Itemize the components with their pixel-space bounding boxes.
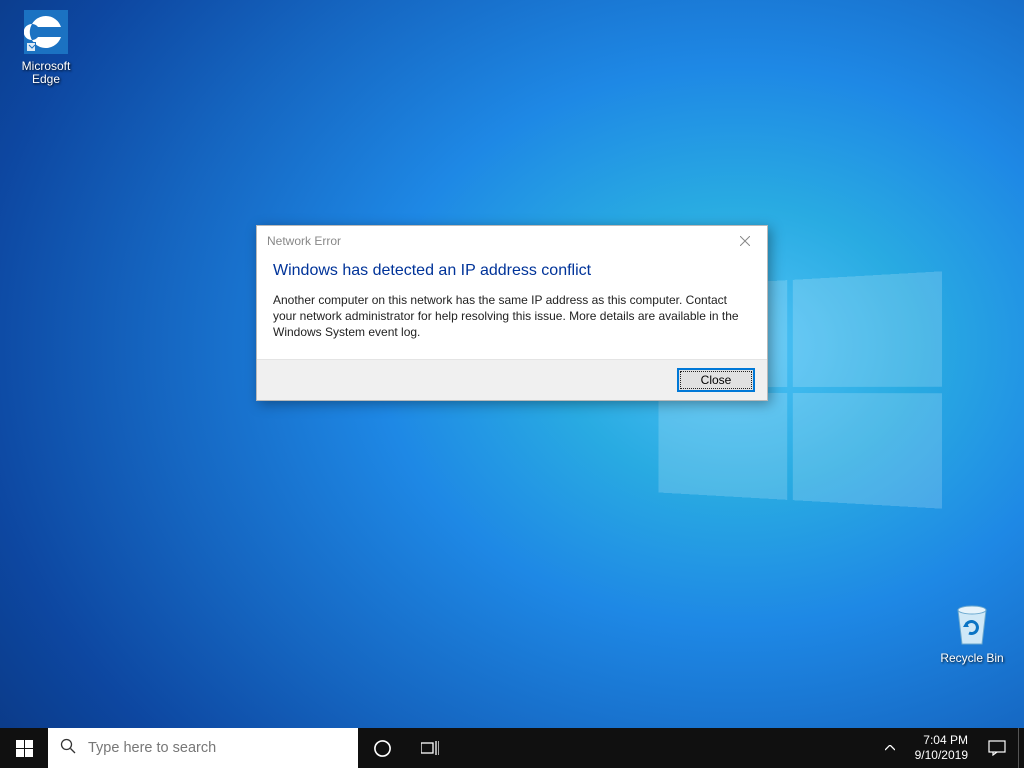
- cortana-icon: [373, 739, 392, 758]
- dialog-body: Windows has detected an IP address confl…: [257, 256, 767, 359]
- close-icon[interactable]: [722, 226, 767, 256]
- start-button[interactable]: [0, 728, 48, 768]
- edge-icon: [22, 8, 70, 56]
- dialog-message: Another computer on this network has the…: [273, 292, 751, 341]
- dialog-network-error: Network Error Windows has detected an IP…: [256, 225, 768, 401]
- cortana-button[interactable]: [358, 728, 406, 768]
- notification-icon: [988, 740, 1006, 756]
- action-center-button[interactable]: [976, 728, 1018, 768]
- dialog-heading: Windows has detected an IP address confl…: [273, 262, 751, 280]
- tray-expand-button[interactable]: [873, 728, 907, 768]
- show-desktop-button[interactable]: [1018, 728, 1024, 768]
- taskbar: Type here to search 7:04 PM 9/10/2019: [0, 728, 1024, 768]
- taskbar-clock[interactable]: 7:04 PM 9/10/2019: [907, 728, 976, 768]
- clock-time: 7:04 PM: [915, 733, 968, 748]
- close-button[interactable]: Close: [677, 368, 755, 392]
- clock-date: 9/10/2019: [915, 748, 968, 763]
- recycle-bin-icon: [948, 600, 996, 648]
- taskbar-search[interactable]: Type here to search: [48, 728, 358, 768]
- dialog-footer: Close: [257, 359, 767, 400]
- desktop-icon-label: Recycle Bin: [940, 652, 1003, 665]
- dialog-title: Network Error: [267, 234, 341, 248]
- task-view-icon: [421, 741, 439, 755]
- dialog-titlebar[interactable]: Network Error: [257, 226, 767, 256]
- search-icon: [60, 738, 76, 759]
- chevron-up-icon: [885, 745, 895, 751]
- desktop-icon-recycle-bin[interactable]: Recycle Bin: [934, 600, 1010, 665]
- task-view-button[interactable]: [406, 728, 454, 768]
- desktop-icon-label: Microsoft Edge: [8, 60, 84, 86]
- search-placeholder: Type here to search: [88, 740, 216, 756]
- windows-logo-icon: [16, 740, 33, 757]
- desktop-icon-edge[interactable]: Microsoft Edge: [8, 8, 84, 86]
